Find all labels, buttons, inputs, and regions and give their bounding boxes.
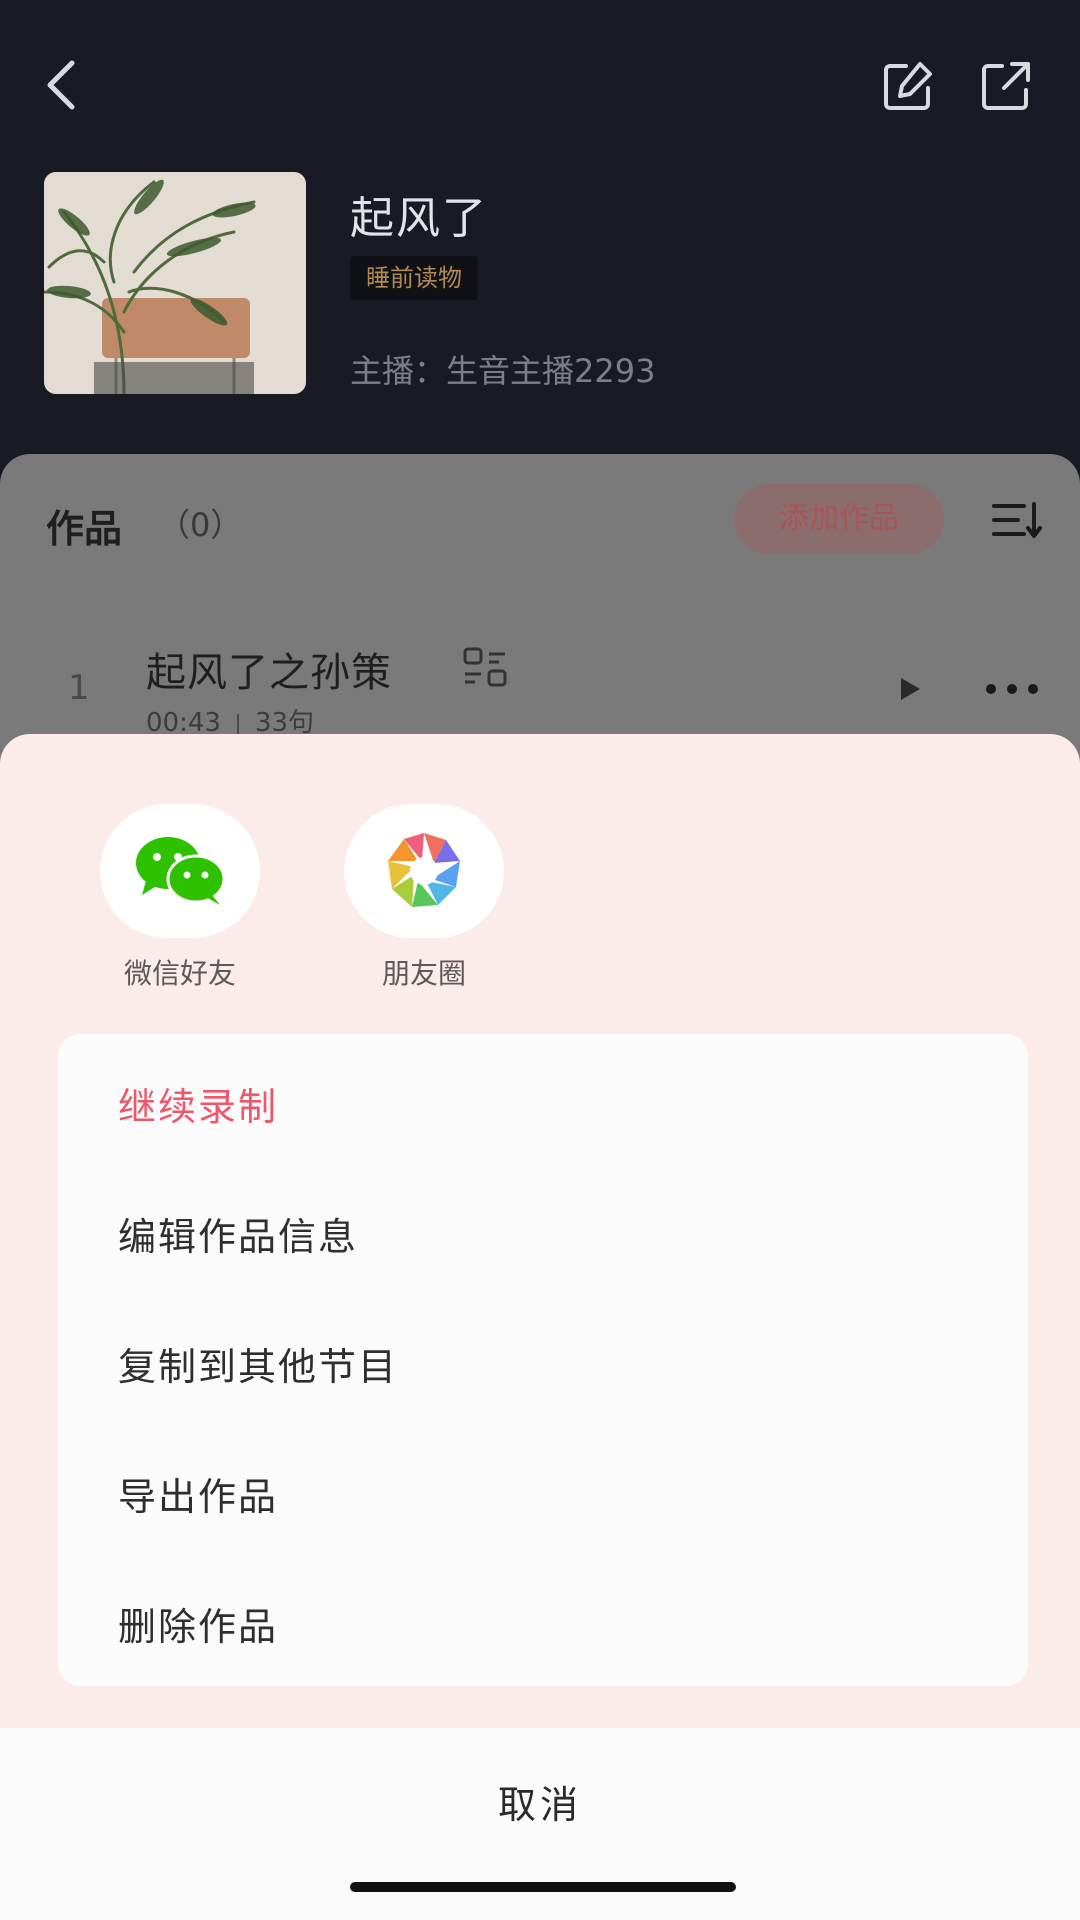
edit-icon[interactable] — [880, 58, 936, 114]
menu-copy-to-program[interactable]: 复制到其他节目 — [118, 1336, 398, 1391]
host-label: 主播： — [350, 352, 447, 390]
share-wechat-label: 微信好友 — [123, 957, 236, 990]
menu-export-work[interactable]: 导出作品 — [118, 1466, 278, 1521]
works-count: （0） — [158, 506, 243, 544]
sort-list-icon[interactable] — [990, 500, 1044, 540]
share-export-icon[interactable] — [978, 58, 1034, 114]
chevron-left-icon[interactable] — [40, 55, 84, 115]
wechat-icon — [136, 837, 226, 905]
program-cover-image — [44, 172, 306, 394]
host-name: 生音主播2293 — [446, 352, 656, 390]
works-label: 作品 — [46, 507, 123, 551]
meta-divider — [236, 713, 239, 734]
cancel-button[interactable]: 取消 — [0, 1774, 1080, 1829]
track-title[interactable]: 起风了之孙策 — [146, 640, 392, 698]
moments-icon — [388, 833, 460, 907]
menu-edit-info[interactable]: 编辑作品信息 — [118, 1206, 358, 1261]
host-info: 主播：生音主播2293 — [350, 346, 655, 392]
menu-delete-work[interactable]: 删除作品 — [118, 1596, 278, 1651]
add-work-button[interactable]: 添加作品 — [734, 484, 944, 554]
program-title: 起风了 — [350, 193, 488, 244]
caption-icon — [463, 647, 507, 687]
more-dots-icon[interactable] — [984, 682, 1040, 696]
home-indicator — [350, 1882, 736, 1892]
track-index: 1 — [68, 668, 90, 708]
category-tag: 睡前读物 — [350, 256, 478, 300]
share-wechat-button[interactable] — [100, 804, 260, 938]
play-icon[interactable] — [898, 676, 922, 702]
share-moments-button[interactable] — [344, 804, 504, 938]
share-moments-label: 朋友圈 — [381, 957, 466, 990]
menu-continue-recording[interactable]: 继续录制 — [118, 1076, 278, 1131]
